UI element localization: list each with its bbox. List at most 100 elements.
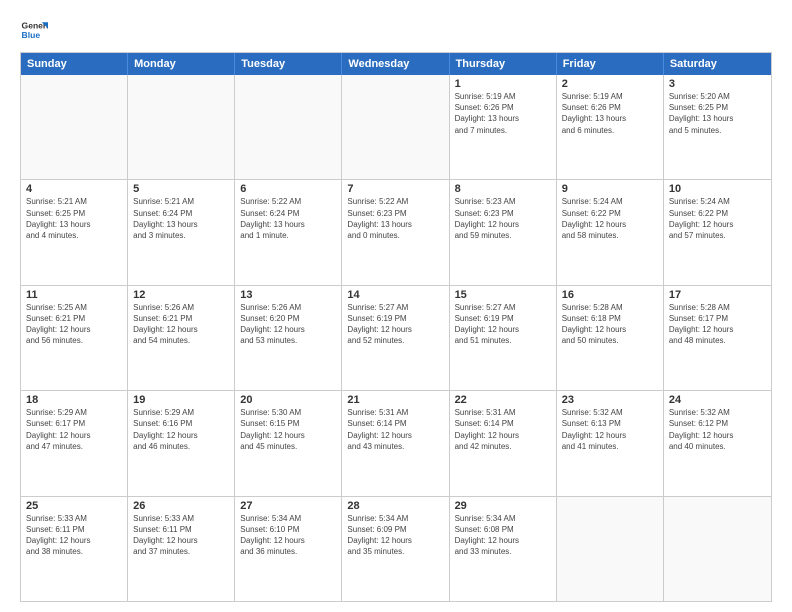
day-info: Sunrise: 5:20 AM Sunset: 6:25 PM Dayligh… — [669, 91, 766, 136]
day-info: Sunrise: 5:24 AM Sunset: 6:22 PM Dayligh… — [562, 196, 658, 241]
day-number: 25 — [26, 500, 122, 512]
header-day-saturday: Saturday — [664, 53, 771, 75]
calendar-day-1: 1Sunrise: 5:19 AM Sunset: 6:26 PM Daylig… — [450, 75, 557, 179]
day-number: 4 — [26, 183, 122, 195]
day-info: Sunrise: 5:26 AM Sunset: 6:20 PM Dayligh… — [240, 302, 336, 347]
day-number: 12 — [133, 289, 229, 301]
day-number: 23 — [562, 394, 658, 406]
calendar-day-16: 16Sunrise: 5:28 AM Sunset: 6:18 PM Dayli… — [557, 286, 664, 390]
calendar-day-23: 23Sunrise: 5:32 AM Sunset: 6:13 PM Dayli… — [557, 391, 664, 495]
day-number: 16 — [562, 289, 658, 301]
day-info: Sunrise: 5:23 AM Sunset: 6:23 PM Dayligh… — [455, 196, 551, 241]
day-number: 1 — [455, 78, 551, 90]
header-day-wednesday: Wednesday — [342, 53, 449, 75]
svg-text:General: General — [22, 20, 48, 30]
calendar-day-28: 28Sunrise: 5:34 AM Sunset: 6:09 PM Dayli… — [342, 497, 449, 601]
calendar-day-2: 2Sunrise: 5:19 AM Sunset: 6:26 PM Daylig… — [557, 75, 664, 179]
calendar-day-11: 11Sunrise: 5:25 AM Sunset: 6:21 PM Dayli… — [21, 286, 128, 390]
header-day-thursday: Thursday — [450, 53, 557, 75]
day-info: Sunrise: 5:27 AM Sunset: 6:19 PM Dayligh… — [347, 302, 443, 347]
day-number: 24 — [669, 394, 766, 406]
calendar-day-24: 24Sunrise: 5:32 AM Sunset: 6:12 PM Dayli… — [664, 391, 771, 495]
calendar-day-8: 8Sunrise: 5:23 AM Sunset: 6:23 PM Daylig… — [450, 180, 557, 284]
calendar-week-5: 25Sunrise: 5:33 AM Sunset: 6:11 PM Dayli… — [21, 497, 771, 601]
day-info: Sunrise: 5:33 AM Sunset: 6:11 PM Dayligh… — [26, 513, 122, 558]
calendar-day-25: 25Sunrise: 5:33 AM Sunset: 6:11 PM Dayli… — [21, 497, 128, 601]
logo: General Blue — [20, 16, 48, 44]
day-info: Sunrise: 5:25 AM Sunset: 6:21 PM Dayligh… — [26, 302, 122, 347]
calendar-week-3: 11Sunrise: 5:25 AM Sunset: 6:21 PM Dayli… — [21, 286, 771, 391]
calendar-day-13: 13Sunrise: 5:26 AM Sunset: 6:20 PM Dayli… — [235, 286, 342, 390]
header-day-friday: Friday — [557, 53, 664, 75]
calendar-empty-cell — [664, 497, 771, 601]
calendar-day-26: 26Sunrise: 5:33 AM Sunset: 6:11 PM Dayli… — [128, 497, 235, 601]
calendar-day-12: 12Sunrise: 5:26 AM Sunset: 6:21 PM Dayli… — [128, 286, 235, 390]
calendar-day-17: 17Sunrise: 5:28 AM Sunset: 6:17 PM Dayli… — [664, 286, 771, 390]
day-number: 10 — [669, 183, 766, 195]
day-info: Sunrise: 5:33 AM Sunset: 6:11 PM Dayligh… — [133, 513, 229, 558]
day-info: Sunrise: 5:31 AM Sunset: 6:14 PM Dayligh… — [455, 407, 551, 452]
day-number: 20 — [240, 394, 336, 406]
day-info: Sunrise: 5:32 AM Sunset: 6:12 PM Dayligh… — [669, 407, 766, 452]
day-info: Sunrise: 5:19 AM Sunset: 6:26 PM Dayligh… — [455, 91, 551, 136]
header: General Blue — [20, 16, 772, 44]
calendar-empty-cell — [557, 497, 664, 601]
page: General Blue SundayMondayTuesdayWednesda… — [0, 0, 792, 612]
day-number: 11 — [26, 289, 122, 301]
day-info: Sunrise: 5:34 AM Sunset: 6:10 PM Dayligh… — [240, 513, 336, 558]
day-number: 28 — [347, 500, 443, 512]
calendar-day-7: 7Sunrise: 5:22 AM Sunset: 6:23 PM Daylig… — [342, 180, 449, 284]
calendar-header: SundayMondayTuesdayWednesdayThursdayFrid… — [21, 53, 771, 75]
day-info: Sunrise: 5:22 AM Sunset: 6:23 PM Dayligh… — [347, 196, 443, 241]
day-info: Sunrise: 5:26 AM Sunset: 6:21 PM Dayligh… — [133, 302, 229, 347]
day-number: 3 — [669, 78, 766, 90]
day-info: Sunrise: 5:29 AM Sunset: 6:16 PM Dayligh… — [133, 407, 229, 452]
day-info: Sunrise: 5:34 AM Sunset: 6:08 PM Dayligh… — [455, 513, 551, 558]
day-number: 17 — [669, 289, 766, 301]
day-number: 9 — [562, 183, 658, 195]
calendar-week-4: 18Sunrise: 5:29 AM Sunset: 6:17 PM Dayli… — [21, 391, 771, 496]
day-info: Sunrise: 5:27 AM Sunset: 6:19 PM Dayligh… — [455, 302, 551, 347]
calendar-day-9: 9Sunrise: 5:24 AM Sunset: 6:22 PM Daylig… — [557, 180, 664, 284]
day-number: 22 — [455, 394, 551, 406]
calendar-day-5: 5Sunrise: 5:21 AM Sunset: 6:24 PM Daylig… — [128, 180, 235, 284]
header-day-monday: Monday — [128, 53, 235, 75]
calendar-empty-cell — [21, 75, 128, 179]
day-number: 6 — [240, 183, 336, 195]
calendar-day-19: 19Sunrise: 5:29 AM Sunset: 6:16 PM Dayli… — [128, 391, 235, 495]
day-info: Sunrise: 5:31 AM Sunset: 6:14 PM Dayligh… — [347, 407, 443, 452]
calendar-day-27: 27Sunrise: 5:34 AM Sunset: 6:10 PM Dayli… — [235, 497, 342, 601]
day-number: 19 — [133, 394, 229, 406]
calendar-day-6: 6Sunrise: 5:22 AM Sunset: 6:24 PM Daylig… — [235, 180, 342, 284]
day-number: 7 — [347, 183, 443, 195]
logo-icon: General Blue — [20, 16, 48, 44]
calendar-day-10: 10Sunrise: 5:24 AM Sunset: 6:22 PM Dayli… — [664, 180, 771, 284]
day-info: Sunrise: 5:32 AM Sunset: 6:13 PM Dayligh… — [562, 407, 658, 452]
day-info: Sunrise: 5:21 AM Sunset: 6:24 PM Dayligh… — [133, 196, 229, 241]
calendar-empty-cell — [342, 75, 449, 179]
day-info: Sunrise: 5:19 AM Sunset: 6:26 PM Dayligh… — [562, 91, 658, 136]
calendar-day-14: 14Sunrise: 5:27 AM Sunset: 6:19 PM Dayli… — [342, 286, 449, 390]
day-info: Sunrise: 5:21 AM Sunset: 6:25 PM Dayligh… — [26, 196, 122, 241]
day-number: 2 — [562, 78, 658, 90]
day-number: 13 — [240, 289, 336, 301]
day-number: 5 — [133, 183, 229, 195]
calendar-empty-cell — [128, 75, 235, 179]
day-info: Sunrise: 5:34 AM Sunset: 6:09 PM Dayligh… — [347, 513, 443, 558]
calendar-day-18: 18Sunrise: 5:29 AM Sunset: 6:17 PM Dayli… — [21, 391, 128, 495]
calendar-empty-cell — [235, 75, 342, 179]
day-number: 14 — [347, 289, 443, 301]
calendar-day-29: 29Sunrise: 5:34 AM Sunset: 6:08 PM Dayli… — [450, 497, 557, 601]
day-number: 26 — [133, 500, 229, 512]
calendar-day-3: 3Sunrise: 5:20 AM Sunset: 6:25 PM Daylig… — [664, 75, 771, 179]
day-info: Sunrise: 5:29 AM Sunset: 6:17 PM Dayligh… — [26, 407, 122, 452]
calendar-day-15: 15Sunrise: 5:27 AM Sunset: 6:19 PM Dayli… — [450, 286, 557, 390]
calendar-day-4: 4Sunrise: 5:21 AM Sunset: 6:25 PM Daylig… — [21, 180, 128, 284]
day-info: Sunrise: 5:22 AM Sunset: 6:24 PM Dayligh… — [240, 196, 336, 241]
calendar-day-20: 20Sunrise: 5:30 AM Sunset: 6:15 PM Dayli… — [235, 391, 342, 495]
day-number: 27 — [240, 500, 336, 512]
calendar-week-1: 1Sunrise: 5:19 AM Sunset: 6:26 PM Daylig… — [21, 75, 771, 180]
header-day-sunday: Sunday — [21, 53, 128, 75]
day-number: 29 — [455, 500, 551, 512]
day-number: 8 — [455, 183, 551, 195]
